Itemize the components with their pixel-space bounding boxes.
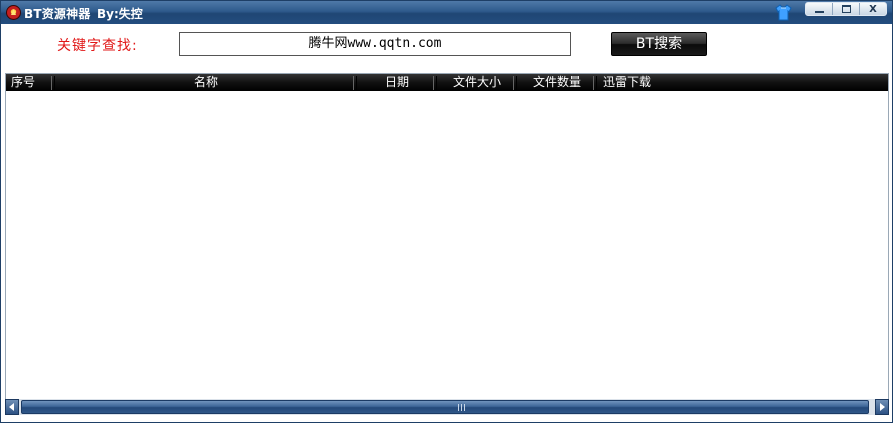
scroll-left-icon <box>9 403 14 411</box>
scroll-right-icon <box>880 403 885 411</box>
close-icon: X <box>869 3 877 15</box>
list-header: 序号 名称 日期 文件大小 文件数量 迅雷下载 <box>6 74 888 91</box>
minimize-button[interactable] <box>806 3 833 15</box>
scroll-track[interactable] <box>19 399 875 415</box>
bt-search-button[interactable]: BT搜索 <box>611 32 707 56</box>
app-window: BT资源神器 By:失控 X 关键字查找: 腾牛网www.qqtn.com BT… <box>0 0 893 423</box>
column-header-index[interactable]: 序号 <box>6 74 55 91</box>
minimize-icon <box>814 10 824 13</box>
window-title: BT资源神器 <box>24 7 91 21</box>
results-list[interactable]: 序号 名称 日期 文件大小 文件数量 迅雷下载 <box>5 73 889 400</box>
skin-shirt-icon[interactable] <box>775 4 792 21</box>
scroll-grip-icon <box>458 404 465 411</box>
column-header-size[interactable]: 文件大小 <box>437 74 517 91</box>
scroll-left-button[interactable] <box>5 399 19 415</box>
column-header-label: 文件数量 <box>532 75 581 89</box>
column-header-file-count[interactable]: 文件数量 <box>517 74 597 91</box>
column-header-name[interactable]: 名称 <box>55 74 357 91</box>
maximize-icon <box>841 5 851 13</box>
window-controls: X <box>805 2 887 16</box>
scroll-right-button[interactable] <box>875 399 889 415</box>
scroll-thumb[interactable] <box>21 400 869 414</box>
column-header-label: 迅雷下载 <box>603 75 652 89</box>
search-input[interactable]: 腾牛网www.qqtn.com <box>179 32 571 56</box>
column-header-date[interactable]: 日期 <box>357 74 437 91</box>
keyword-search-label: 关键字查找: <box>57 38 138 54</box>
column-header-thunder-download[interactable]: 迅雷下载 <box>597 74 888 91</box>
window-author: By:失控 <box>97 7 143 21</box>
app-logo-icon <box>6 5 21 20</box>
title-bar[interactable]: BT资源神器 By:失控 X <box>1 1 892 24</box>
column-header-label: 名称 <box>193 75 218 89</box>
column-header-label: 日期 <box>384 75 409 89</box>
column-header-label: 文件大小 <box>452 75 501 89</box>
close-button[interactable]: X <box>860 3 886 15</box>
column-header-label: 序号 <box>11 75 36 89</box>
horizontal-scrollbar[interactable] <box>5 399 889 415</box>
maximize-button[interactable] <box>833 3 860 15</box>
